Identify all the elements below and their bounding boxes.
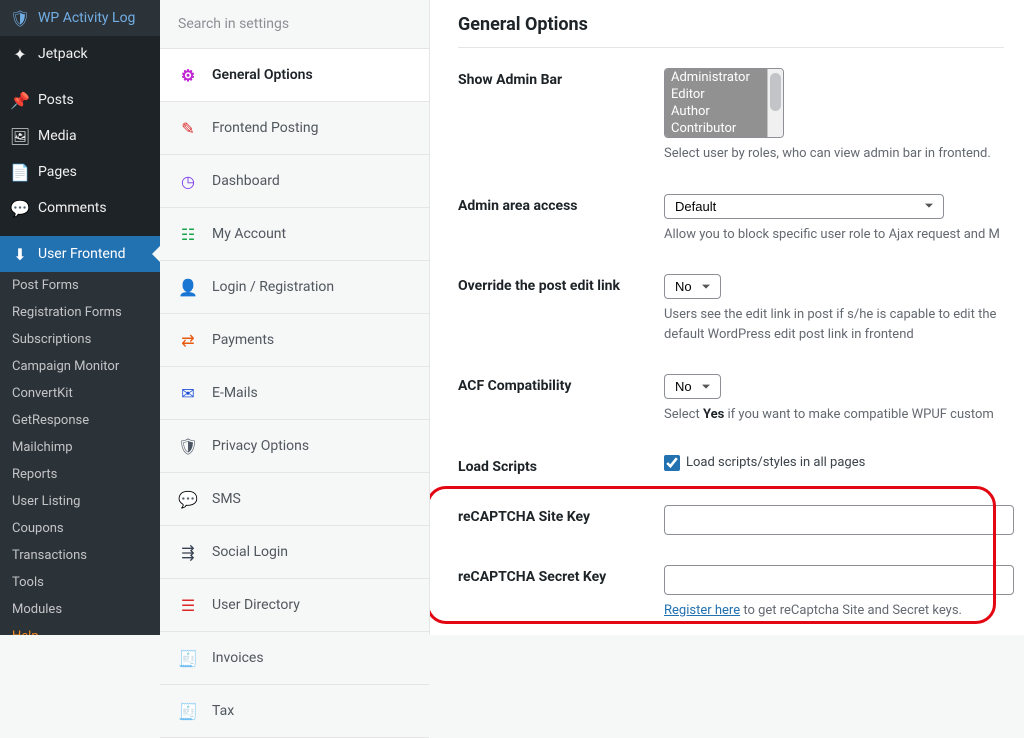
settings-tab-login-registration[interactable]: 👤 Login / Registration [160, 261, 429, 314]
wp-submenu: Post Forms Registration Forms Subscripti… [0, 272, 160, 635]
settings-tab-social-login[interactable]: ⇶ Social Login [160, 526, 429, 579]
menu-posts[interactable]: 📌Posts [0, 82, 160, 118]
acf-select[interactable]: No [664, 374, 721, 399]
settings-search-input[interactable]: Search in settings [160, 0, 429, 49]
recaptcha-help: Register here to get reCaptcha Site and … [664, 601, 1024, 621]
admin-access-select[interactable]: Default [664, 194, 944, 219]
settings-tab-label: Frontend Posting [212, 120, 319, 136]
settings-tab-e-mails[interactable]: ✉ E-Mails [160, 367, 429, 420]
load-scripts-checkbox[interactable] [664, 455, 680, 471]
menu-jetpack[interactable]: ✦Jetpack [0, 36, 160, 72]
menu-user-frontend[interactable]: ⬇User Frontend [0, 236, 160, 272]
settings-tab-general-options[interactable]: ⚙ General Options [160, 49, 429, 102]
settings-tab-payments[interactable]: ⇄ Payments [160, 314, 429, 367]
settings-tab-user-directory[interactable]: ☰ User Directory [160, 579, 429, 632]
comments-icon: 💬 [10, 198, 30, 218]
submenu-mailchimp[interactable]: Mailchimp [0, 434, 160, 461]
admin-access-label: Admin area access [458, 194, 664, 214]
frontend-icon: ✎ [178, 118, 198, 138]
menu-comments[interactable]: 💬Comments [0, 190, 160, 226]
settings-tab-label: My Account [212, 226, 286, 242]
submenu-user-listing[interactable]: User Listing [0, 488, 160, 515]
recaptcha-site-label: reCAPTCHA Site Key [458, 505, 664, 525]
settings-panel: General Options Show Admin Bar Administr… [430, 0, 1024, 635]
settings-tab-label: General Options [212, 67, 313, 83]
admin-access-help: Allow you to block specific user role to… [664, 225, 1024, 245]
settings-tab-label: E-Mails [212, 385, 258, 401]
settings-tab-label: SMS [212, 491, 241, 507]
override-edit-help: Users see the edit link in post if s/he … [664, 305, 1024, 344]
pages-icon: 📄 [10, 162, 30, 182]
menu-pages[interactable]: 📄Pages [0, 154, 160, 190]
privacy-icon: 🛡 [178, 436, 198, 456]
settings-tab-my-account[interactable]: ☷ My Account [160, 208, 429, 261]
settings-tab-sms[interactable]: 💬 SMS [160, 473, 429, 526]
pin-icon: 📌 [10, 90, 30, 110]
user-frontend-icon: ⬇ [10, 244, 30, 264]
sms-icon: 💬 [178, 489, 198, 509]
recaptcha-site-input[interactable] [664, 505, 1014, 535]
submenu-convertkit[interactable]: ConvertKit [0, 380, 160, 407]
account-icon: ☷ [178, 224, 198, 244]
page-title: General Options [458, 14, 1004, 48]
settings-tab-privacy-options[interactable]: 🛡 Privacy Options [160, 420, 429, 473]
override-edit-select[interactable]: No [664, 274, 721, 299]
admin-bar-role-select[interactable]: Administrator Editor Author Contributor [664, 68, 784, 138]
wp-admin-sidebar: 🛡WP Activity Log ✦Jetpack 📌Posts 🖼Media … [0, 0, 160, 635]
submenu-campaign-monitor[interactable]: Campaign Monitor [0, 353, 160, 380]
settings-tab-tax[interactable]: 🧾 Tax [160, 685, 429, 738]
settings-tab-label: Login / Registration [212, 279, 334, 295]
settings-tab-label: Dashboard [212, 173, 280, 189]
directory-icon: ☰ [178, 595, 198, 615]
settings-tab-label: Tax [212, 703, 234, 719]
submenu-tools[interactable]: Tools [0, 569, 160, 596]
load-scripts-label: Load Scripts [458, 455, 664, 475]
submenu-help[interactable]: Help [0, 623, 160, 635]
acf-label: ACF Compatibility [458, 374, 664, 394]
submenu-subscriptions[interactable]: Subscriptions [0, 326, 160, 353]
settings-tab-label: Privacy Options [212, 438, 309, 454]
role-select-scrollbar[interactable] [767, 69, 783, 137]
submenu-reports[interactable]: Reports [0, 461, 160, 488]
override-edit-label: Override the post edit link [458, 274, 664, 294]
shield-icon: 🛡 [10, 8, 30, 28]
tax-icon: 🧾 [178, 701, 198, 721]
submenu-coupons[interactable]: Coupons [0, 515, 160, 542]
login-icon: 👤 [178, 277, 198, 297]
submenu-registration-forms[interactable]: Registration Forms [0, 299, 160, 326]
settings-tab-label: Invoices [212, 650, 264, 666]
submenu-modules[interactable]: Modules [0, 596, 160, 623]
settings-tab-label: Social Login [212, 544, 288, 560]
settings-tab-dashboard[interactable]: ◷ Dashboard [160, 155, 429, 208]
invoices-icon: 🧾 [178, 648, 198, 668]
submenu-transactions[interactable]: Transactions [0, 542, 160, 569]
dashboard-icon: ◷ [178, 171, 198, 191]
general-icon: ⚙ [178, 65, 198, 85]
menu-wp-activity-log[interactable]: 🛡WP Activity Log [0, 0, 160, 36]
submenu-getresponse[interactable]: GetResponse [0, 407, 160, 434]
media-icon: 🖼 [10, 126, 30, 146]
menu-media[interactable]: 🖼Media [0, 118, 160, 154]
settings-tab-frontend-posting[interactable]: ✎ Frontend Posting [160, 102, 429, 155]
settings-tab-invoices[interactable]: 🧾 Invoices [160, 632, 429, 685]
jetpack-icon: ✦ [10, 44, 30, 64]
admin-bar-label: Show Admin Bar [458, 68, 664, 88]
settings-tabs-sidebar: Search in settings ⚙ General Options ✎ Fron… [160, 0, 430, 635]
admin-bar-help: Select user by roles, who can view admin… [664, 144, 1024, 164]
social-icon: ⇶ [178, 542, 198, 562]
payments-icon: ⇄ [178, 330, 198, 350]
emails-icon: ✉ [178, 383, 198, 403]
recaptcha-register-link[interactable]: Register here [664, 603, 740, 618]
recaptcha-secret-label: reCAPTCHA Secret Key [458, 565, 664, 585]
submenu-post-forms[interactable]: Post Forms [0, 272, 160, 299]
acf-help: Select Yes if you want to make compatibl… [664, 405, 1024, 425]
recaptcha-secret-input[interactable] [664, 565, 1014, 595]
settings-tab-label: User Directory [212, 597, 300, 613]
settings-tab-label: Payments [212, 332, 274, 348]
